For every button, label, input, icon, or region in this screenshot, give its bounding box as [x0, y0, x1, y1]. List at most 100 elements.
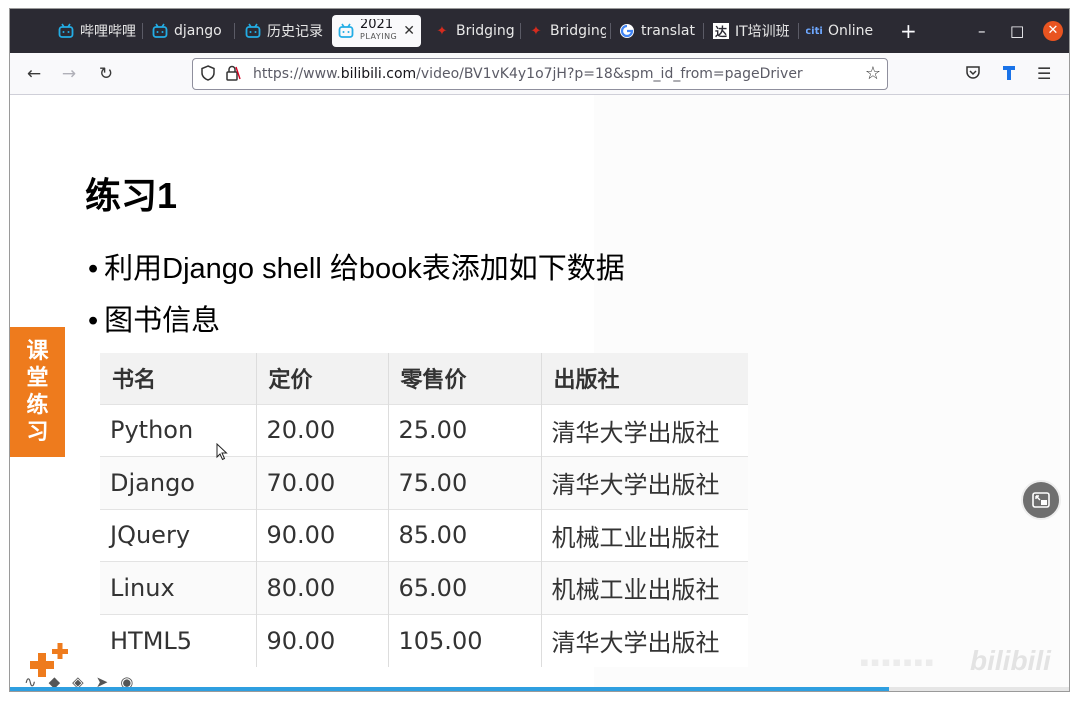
bilibili-icon [245, 23, 261, 39]
close-window-button[interactable]: ✕ [1043, 21, 1063, 41]
citi-icon: citi [806, 25, 823, 37]
tab-label: Bridging [550, 23, 606, 39]
slide-bullet: • 利用Django shell 给book表添加如下数据 [88, 245, 625, 287]
da-icon: 达 [713, 23, 729, 39]
google-icon [619, 23, 635, 39]
bilibili-icon [338, 23, 354, 39]
video-frame[interactable]: 练习1 • 利用Django shell 给book表添加如下数据 • 图书信息 课… [10, 95, 1069, 691]
tab-django[interactable]: django [152, 15, 230, 47]
slide-bullet: • 图书信息 [88, 297, 220, 339]
tab-online[interactable]: citi Online [806, 15, 884, 47]
tab-separator [610, 23, 611, 39]
tab-separator [142, 23, 143, 39]
table-row: Django 70.00 75.00 清华大学出版社 [100, 456, 748, 509]
tab-separator [520, 23, 521, 39]
tab-label: 哔哩哔哩 [80, 24, 136, 40]
reload-icon: ↻ [98, 64, 114, 84]
menu-icon[interactable]: ☰ [1037, 64, 1051, 83]
url-domain: bilibili.com [340, 66, 417, 82]
column-header: 零售价 [388, 353, 542, 404]
url-path: /video/BV1vK4y1o7jH?p=18&spm_id_from=pag… [416, 66, 803, 82]
tab-label: Online [828, 23, 874, 39]
table-cell: 65.00 [388, 561, 542, 614]
table-header-row: 书名 定价 零售价 出版社 [100, 353, 748, 404]
mouse-cursor-icon [216, 442, 228, 465]
tab-label: 历史记录 [267, 24, 323, 40]
table-cell: JQuery [100, 508, 257, 562]
forward-button[interactable]: → [58, 63, 80, 85]
table-cell: 75.00 [388, 456, 542, 509]
book-table: 书名 定价 零售价 出版社 Python 20.00 25.00 清华大学出版社… [100, 353, 748, 667]
slide-title: 练习1 [85, 175, 178, 216]
maple-leaf-icon: ✦ [436, 23, 448, 39]
bilibili-icon [152, 23, 168, 39]
tag-char: 练 [26, 393, 49, 418]
new-tab-button[interactable]: + [900, 19, 917, 43]
maple-leaf-icon: ✦ [530, 23, 542, 39]
classroom-exercise-tag: 课 堂 练 习 [10, 327, 65, 457]
picture-in-picture-icon [1032, 492, 1050, 508]
picture-in-picture-button[interactable] [1021, 480, 1061, 520]
table-cell: 机械工业出版社 [541, 508, 748, 562]
pocket-icon[interactable] [965, 64, 981, 84]
url-bar[interactable]: https://www.bilibili.com/video/BV1vK4y1o… [192, 58, 888, 90]
table-row: Python 20.00 25.00 清华大学出版社 [100, 403, 748, 457]
table-cell: 清华大学出版社 [541, 613, 748, 667]
browser-window: 哔哩哔哩 django 历史记录 2021 PLAYING ✕ ✦ Bridgi… [9, 8, 1070, 692]
table-cell: 85.00 [388, 508, 542, 562]
shield-icon[interactable] [201, 65, 215, 85]
table-cell: Django [100, 456, 257, 509]
tab-playing-video[interactable]: 2021 PLAYING ✕ [332, 15, 421, 47]
table-cell: 70.00 [256, 456, 389, 509]
watermark-dim-text: ▪▪▪▪▪▪▪ [860, 655, 936, 670]
tab-label: django [174, 23, 222, 39]
tab-it-training[interactable]: 达 IT培训班 [713, 15, 793, 47]
table-cell: HTML5 [100, 613, 257, 667]
table-row: JQuery 90.00 85.00 机械工业出版社 [100, 508, 748, 562]
table-row: Linux 80.00 65.00 机械工业出版社 [100, 561, 748, 614]
lock-icon[interactable] [225, 65, 241, 85]
back-arrow-icon: ← [26, 64, 42, 84]
tag-char: 堂 [26, 366, 49, 391]
tab-title: 2021 [360, 19, 394, 32]
url-text[interactable]: https://www.bilibili.com/video/BV1vK4y1o… [253, 66, 803, 82]
video-progress-bar[interactable] [10, 687, 1069, 691]
navigation-toolbar: ← → ↻ https://www.bilibili.com/video/BV1… [10, 53, 1069, 95]
tag-char: 习 [26, 420, 49, 445]
minimize-button[interactable]: – [978, 21, 986, 41]
extension-icon[interactable] [1001, 64, 1017, 86]
bullet-text: 利用Django shell 给book表添加如下数据 [104, 253, 625, 285]
table-cell: 20.00 [256, 403, 389, 457]
tab-bridging-2[interactable]: ✦ Bridging [528, 15, 606, 47]
reload-button[interactable]: ↻ [95, 63, 117, 85]
tab-playing-status: PLAYING [360, 32, 398, 41]
bookmark-star-icon[interactable]: ☆ [865, 63, 881, 84]
bullet-dot: • [88, 253, 99, 285]
bilibili-watermark: bilibili [970, 645, 1051, 676]
close-tab-icon[interactable]: ✕ [403, 23, 415, 39]
tab-label: Bridging [456, 23, 514, 39]
tab-label: 2021 PLAYING [360, 19, 397, 43]
column-header: 定价 [256, 353, 389, 404]
table-cell: 清华大学出版社 [541, 403, 748, 457]
table-cell: 105.00 [388, 613, 542, 667]
table-cell: 90.00 [256, 613, 389, 667]
bullet-dot: • [88, 305, 99, 337]
tag-char: 课 [26, 339, 49, 364]
tab-bridging-1[interactable]: ✦ Bridging [434, 15, 514, 47]
maximize-button[interactable]: □ [1010, 21, 1024, 41]
table-cell: Python [100, 403, 257, 457]
tab-translate[interactable]: translat [619, 15, 699, 47]
table-cell: 25.00 [388, 403, 542, 457]
column-header: 出版社 [541, 353, 748, 404]
bilibili-icon [58, 23, 74, 39]
tab-bilibili-home[interactable]: 哔哩哔哩 [58, 15, 136, 47]
tab-strip: 哔哩哔哩 django 历史记录 2021 PLAYING ✕ ✦ Bridgi… [10, 9, 1069, 53]
video-progress-fill [10, 687, 889, 691]
table-cell: Linux [100, 561, 257, 614]
tab-separator [234, 23, 235, 39]
tab-history[interactable]: 历史记录 [245, 15, 325, 47]
table-cell: 90.00 [256, 508, 389, 562]
back-button[interactable]: ← [23, 63, 45, 85]
column-header: 书名 [100, 353, 257, 404]
